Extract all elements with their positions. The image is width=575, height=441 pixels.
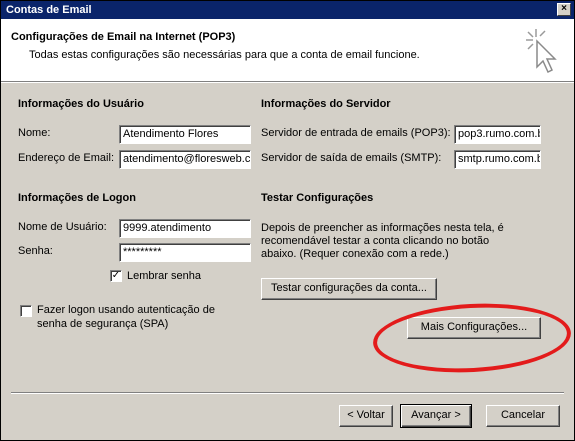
test-account-settings-button[interactable]: Testar configurações da conta... bbox=[261, 278, 437, 300]
outgoing-server-field[interactable]: smtp.rumo.com.br bbox=[454, 150, 541, 169]
window-title: Contas de Email bbox=[6, 4, 92, 16]
cancel-button[interactable]: Cancelar bbox=[486, 405, 560, 427]
password-field[interactable]: ********* bbox=[119, 243, 251, 262]
email-field[interactable]: atendimento@floresweb.com.br bbox=[119, 150, 251, 169]
header-separator bbox=[1, 81, 574, 83]
email-label: Endereço de Email: bbox=[18, 152, 114, 164]
password-label: Senha: bbox=[18, 245, 53, 257]
test-desc-line2: recomendável testar a conta clicando no … bbox=[261, 235, 490, 247]
red-highlight-ellipse bbox=[371, 298, 573, 378]
test-desc-line1: Depois de preencher as informações nesta… bbox=[261, 222, 504, 234]
username-field[interactable]: 9999.atendimento bbox=[119, 219, 251, 238]
name-label: Nome: bbox=[18, 127, 51, 139]
header-subtitle: Todas estas configurações são necessária… bbox=[29, 49, 420, 61]
username-label: Nome de Usuário: bbox=[18, 221, 107, 233]
close-button[interactable]: × bbox=[557, 3, 571, 16]
remember-password-checkbox[interactable]: ✓ bbox=[110, 270, 122, 282]
header-title: Configurações de Email na Internet (POP3… bbox=[11, 31, 236, 43]
spa-label-line2: senha de segurança (SPA) bbox=[37, 318, 169, 330]
next-button[interactable]: Avançar > bbox=[400, 404, 472, 428]
email-accounts-dialog: Contas de Email × Configurações de Email… bbox=[0, 0, 575, 441]
name-field[interactable]: Atendimento Flores bbox=[119, 125, 251, 144]
test-desc-line3: abaixo. (Requer conexão com a rede.) bbox=[261, 248, 449, 260]
outgoing-server-label: Servidor de saída de emails (SMTP): bbox=[261, 152, 442, 164]
spa-checkbox[interactable] bbox=[20, 305, 32, 317]
back-button[interactable]: < Voltar bbox=[339, 405, 393, 427]
server-info-heading: Informações do Servidor bbox=[261, 98, 391, 110]
cursor-sparkle-icon bbox=[526, 29, 557, 74]
logon-info-heading: Informações de Logon bbox=[18, 192, 136, 204]
incoming-server-field[interactable]: pop3.rumo.com.br bbox=[454, 125, 541, 144]
wizard-header: Configurações de Email na Internet (POP3… bbox=[1, 19, 574, 81]
incoming-server-label: Servidor de entrada de emails (POP3): bbox=[261, 127, 451, 139]
footer-separator bbox=[11, 392, 564, 394]
title-bar[interactable]: Contas de Email × bbox=[1, 1, 574, 19]
user-info-heading: Informações do Usuário bbox=[18, 98, 144, 110]
remember-password-label: Lembrar senha bbox=[127, 270, 201, 282]
spa-label-line1: Fazer logon usando autenticação de bbox=[37, 304, 215, 316]
test-settings-heading: Testar Configurações bbox=[261, 192, 374, 204]
